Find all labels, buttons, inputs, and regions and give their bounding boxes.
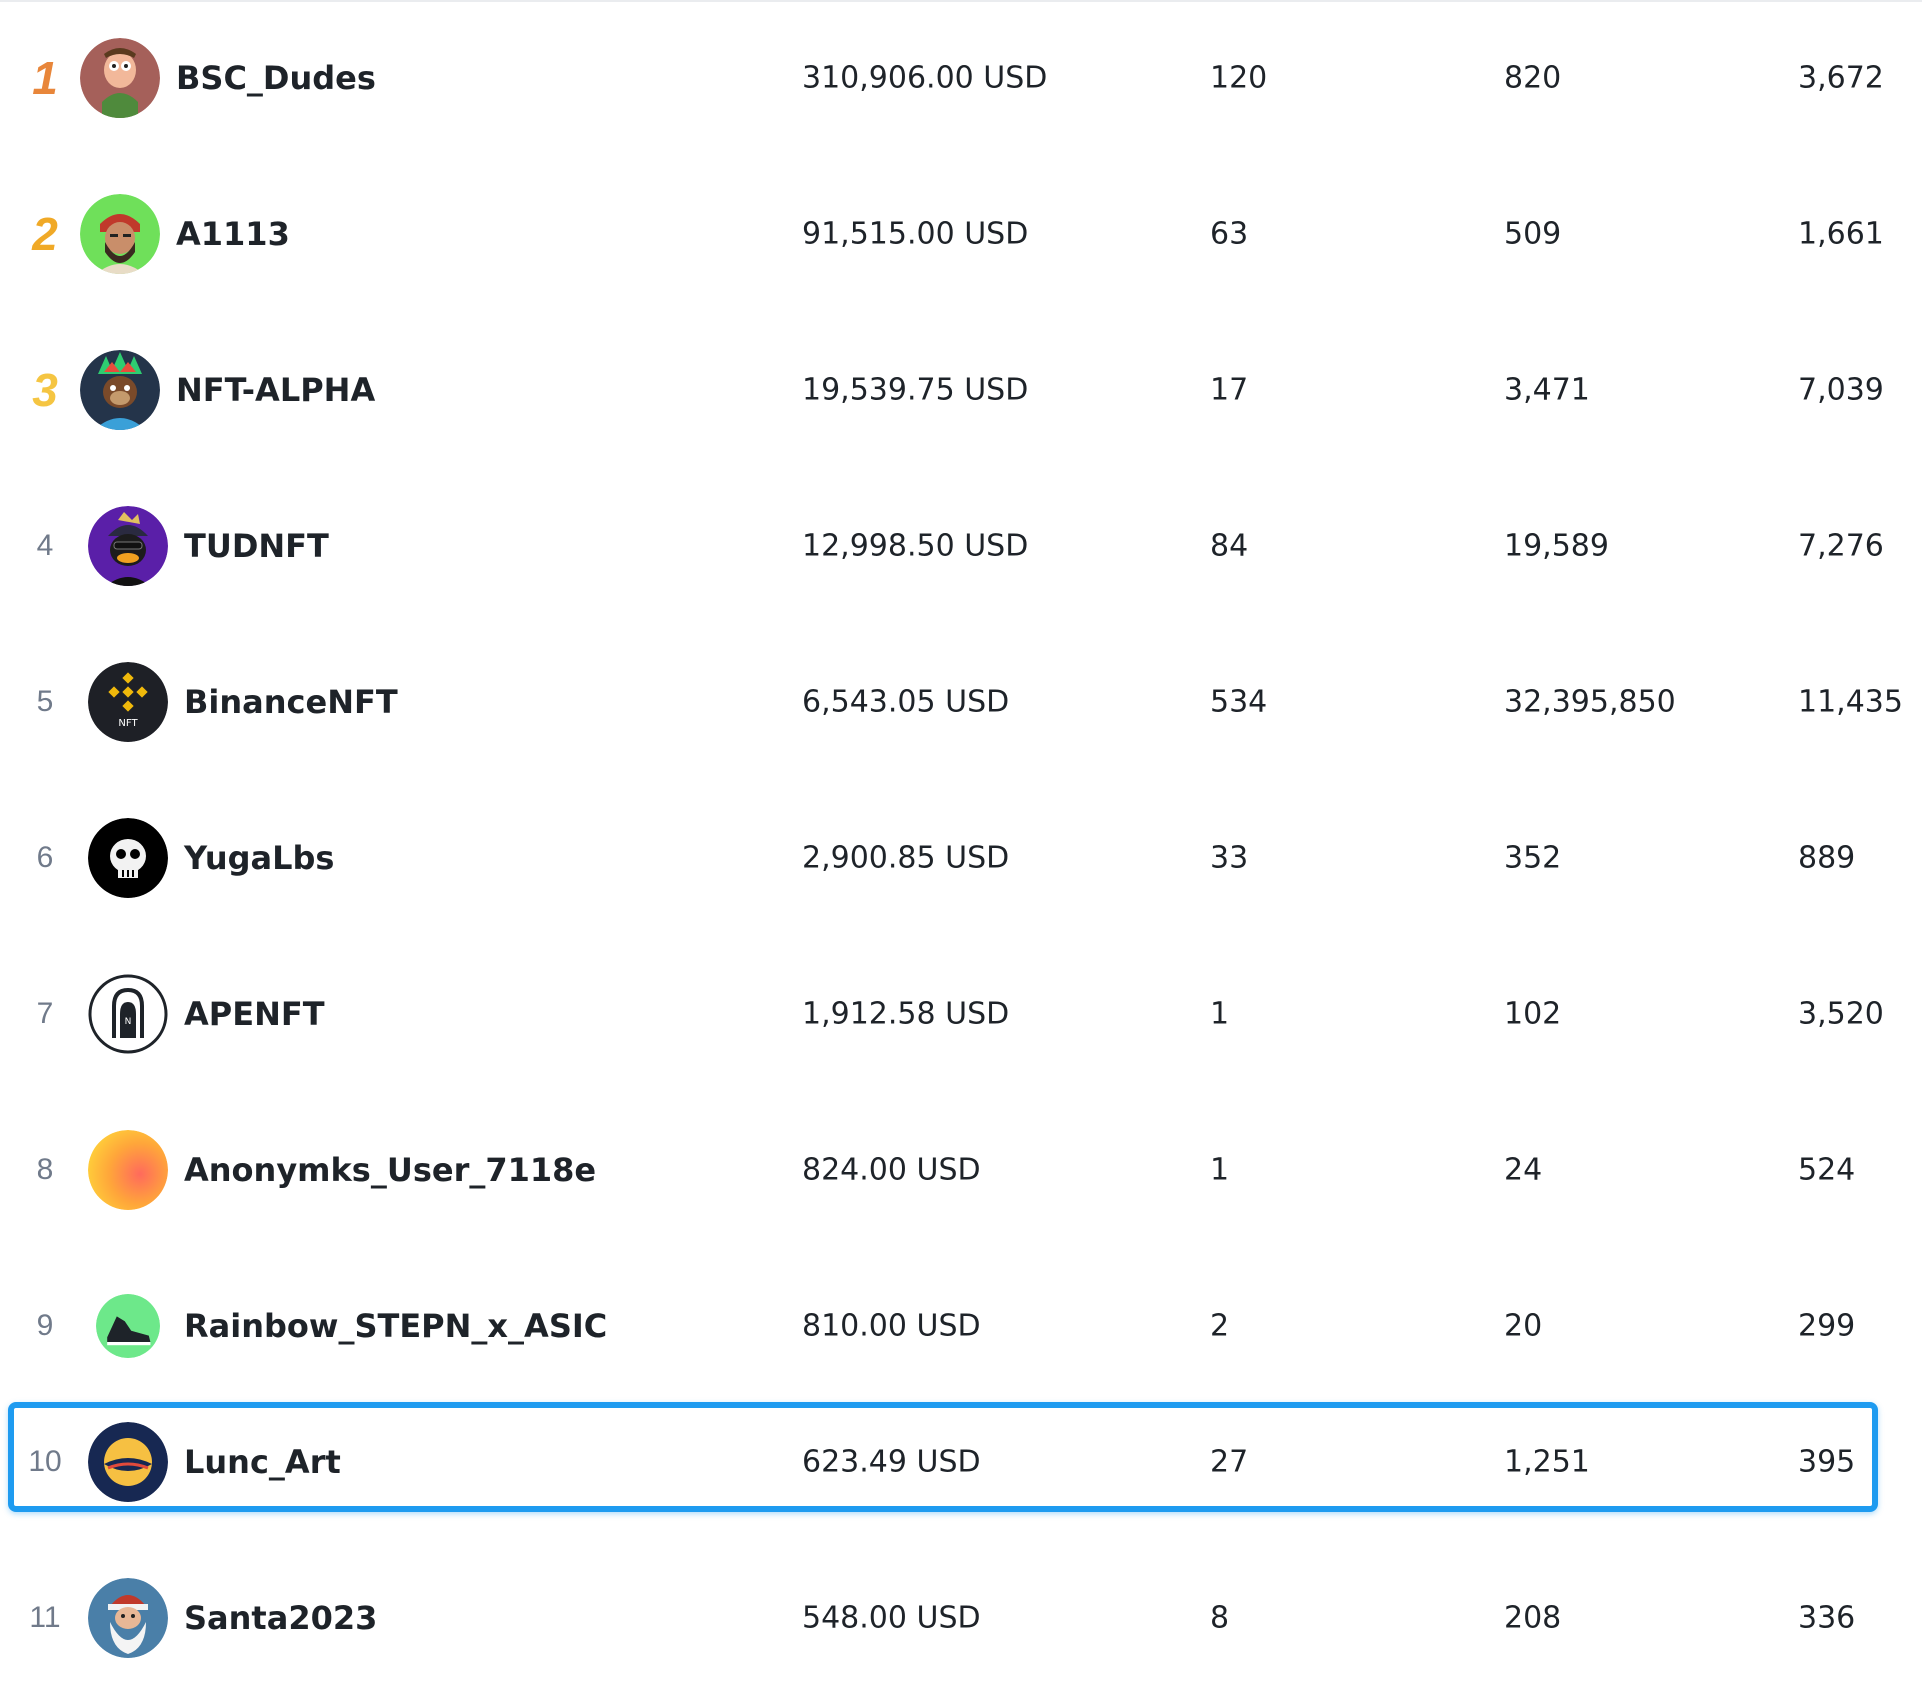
volume-value: 810.00 USD [802,1308,981,1344]
owners-value: 3,672 [1798,60,1884,96]
rank-number: 2 [32,208,58,260]
items-value: 32,395,850 [1504,684,1676,720]
table-row-highlighted[interactable]: 10 Lunc_Art 623.49 USD 27 1,251 395 [0,1384,1922,1540]
sneaker-avatar-icon[interactable] [96,1294,160,1358]
table-row[interactable]: 9 Rainbow_STEPN_x_ASIC 810.00 USD 2 20 2… [0,1248,1922,1404]
sales-value: 534 [1210,684,1268,720]
table-row[interactable]: 6 YugaLbs 2,900.85 USD 33 352 889 [0,780,1922,936]
volume-value: 310,906.00 USD [802,60,1048,96]
items-value: 820 [1504,60,1562,96]
volume-value: 2,900.85 USD [802,840,1010,876]
volume-value: 548.00 USD [802,1600,981,1636]
sales-value: 8 [1210,1600,1230,1636]
rank-number: 1 [32,52,58,104]
volume-value: 19,539.75 USD [802,372,1029,408]
collection-name[interactable]: Rainbow_STEPN_x_ASIC [184,1307,607,1345]
items-value: 509 [1504,216,1562,252]
duck-with-cap-avatar-icon[interactable] [88,506,168,586]
rank-number: 5 [36,685,54,718]
svg-text:N: N [125,1017,132,1027]
binance-nft-logo-icon[interactable]: NFT [88,662,168,742]
sales-value: 33 [1210,840,1249,876]
table-row[interactable]: 1 BSC_Dudes 310,906.00 USD 120 820 3,672 [0,0,1922,156]
owners-value: 299 [1798,1308,1856,1344]
sales-value: 2 [1210,1308,1230,1344]
santa-avatar-icon[interactable] [88,1578,168,1658]
table-row[interactable]: 7 N APENFT 1,912.58 USD 1 102 3,520 [0,936,1922,1092]
sales-value: 27 [1210,1444,1249,1480]
collection-name[interactable]: A1113 [176,215,290,253]
owners-value: 7,276 [1798,528,1884,564]
bearded-character-avatar-icon[interactable] [80,194,160,274]
owners-value: 336 [1798,1600,1856,1636]
collection-name[interactable]: APENFT [184,995,325,1033]
sales-value: 1 [1210,1152,1230,1188]
rank-number: 7 [36,997,54,1030]
rank-number: 8 [36,1153,54,1186]
collection-name[interactable]: YugaLbs [184,839,334,877]
volume-value: 91,515.00 USD [802,216,1029,252]
owners-value: 11,435 [1798,684,1903,720]
apenft-logo-icon[interactable]: N [88,974,168,1054]
cartoon-dude-avatar-icon[interactable] [80,38,160,118]
items-value: 3,471 [1504,372,1590,408]
ape-skull-logo-icon[interactable] [88,818,168,898]
volume-value: 623.49 USD [802,1444,981,1480]
owners-value: 395 [1798,1444,1856,1480]
collection-name[interactable]: Lunc_Art [184,1443,341,1481]
collection-name[interactable]: Santa2023 [184,1599,377,1637]
volume-value: 824.00 USD [802,1152,981,1188]
items-value: 20 [1504,1308,1543,1344]
volume-value: 1,912.58 USD [802,996,1010,1032]
svg-text:NFT: NFT [118,718,138,729]
items-value: 208 [1504,1600,1562,1636]
table-row[interactable]: 3 NFT-ALPHA 19,539.75 USD 17 3,471 7,039 [0,312,1922,468]
owners-value: 524 [1798,1152,1856,1188]
collection-name[interactable]: NFT-ALPHA [176,371,375,409]
table-row[interactable]: 2 A1113 91,515.00 USD 63 509 1,661 [0,156,1922,312]
table-row[interactable]: 5 NFT BinanceNFT 6,543.05 USD 534 32,395… [0,624,1922,780]
table-row[interactable]: 11 Santa2023 548.00 USD 8 208 336 [0,1540,1922,1696]
terra-luna-logo-icon[interactable] [88,1422,168,1502]
items-value: 1,251 [1504,1444,1590,1480]
rank-number: 11 [29,1601,61,1634]
items-value: 24 [1504,1152,1543,1188]
items-value: 19,589 [1504,528,1609,564]
owners-value: 3,520 [1798,996,1884,1032]
table-row[interactable]: 4 TUDNFT 12,998.50 USD 84 19,589 7,276 [0,468,1922,624]
items-value: 102 [1504,996,1562,1032]
collection-name[interactable]: Anonymks_User_7118e [184,1151,596,1189]
volume-value: 6,543.05 USD [802,684,1010,720]
sales-value: 1 [1210,996,1230,1032]
owners-value: 889 [1798,840,1856,876]
sales-value: 120 [1210,60,1268,96]
collection-name[interactable]: BinanceNFT [184,683,398,721]
collection-name[interactable]: TUDNFT [184,527,329,565]
rank-number: 9 [36,1309,54,1342]
table-row[interactable]: 8 Anonymks_User_7118e 824.00 USD 1 24 52… [0,1092,1922,1248]
ape-with-headdress-avatar-icon[interactable] [80,350,160,430]
collection-name[interactable]: BSC_Dudes [176,59,376,97]
sales-value: 84 [1210,528,1249,564]
gradient-avatar-icon[interactable] [88,1130,168,1210]
items-value: 352 [1504,840,1562,876]
owners-value: 1,661 [1798,216,1884,252]
rank-number: 4 [36,529,54,562]
owners-value: 7,039 [1798,372,1884,408]
sales-value: 17 [1210,372,1249,408]
rank-number: 3 [32,364,58,416]
rank-number: 10 [28,1445,62,1478]
rank-number: 6 [36,841,54,874]
sales-value: 63 [1210,216,1249,252]
volume-value: 12,998.50 USD [802,528,1029,564]
